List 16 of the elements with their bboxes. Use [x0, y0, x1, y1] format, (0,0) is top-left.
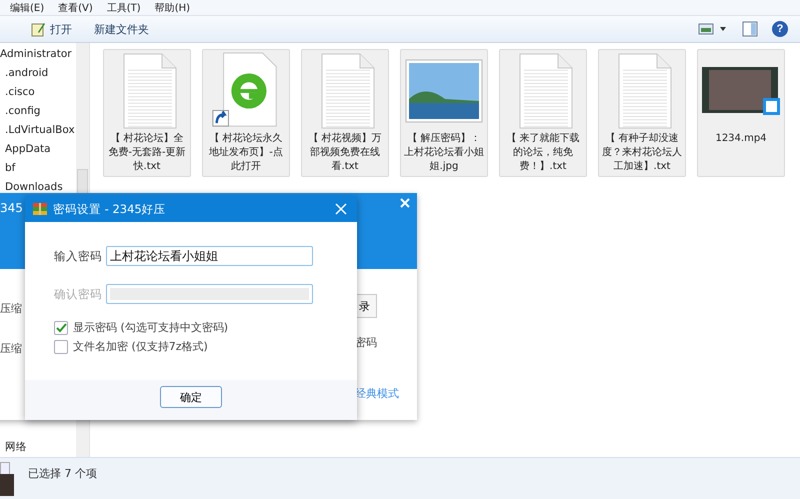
status-text: 已选择 7 个项 — [28, 466, 97, 481]
checkbox-label: 文件名加密 (仅支持7z格式) — [73, 339, 208, 354]
file-name: 【 村花视频】万部视频免费在线看.txt — [307, 132, 383, 174]
option-label: 压缩 — [0, 341, 22, 356]
file-name: 【 村花论坛】全免费-无套路-更新快.txt — [107, 132, 187, 174]
file-name: 【 村花论坛永久地址发布页】-点此打开 — [208, 132, 284, 174]
dialog-title: 密码设置 - 2345好压 — [53, 202, 166, 216]
field-label: 确认密码 — [54, 286, 100, 302]
option-label: 压缩 — [0, 301, 22, 316]
file-name: 【 有种子却没速度？来村花论坛人工加速】.txt — [601, 132, 683, 174]
file-name: 1234.mp4 — [714, 132, 768, 146]
window-title: 345 — [0, 201, 23, 215]
checkbox-label: 显示密码 (勾选可支持中文密码) — [73, 320, 228, 335]
file-name: 【 解压密码】：上村花论坛看小姐姐.jpg — [403, 132, 485, 174]
field-label: 输入密码 — [54, 248, 100, 264]
file-name: 【 来了就能下载的论坛，纯免费！】.txt — [505, 132, 581, 174]
